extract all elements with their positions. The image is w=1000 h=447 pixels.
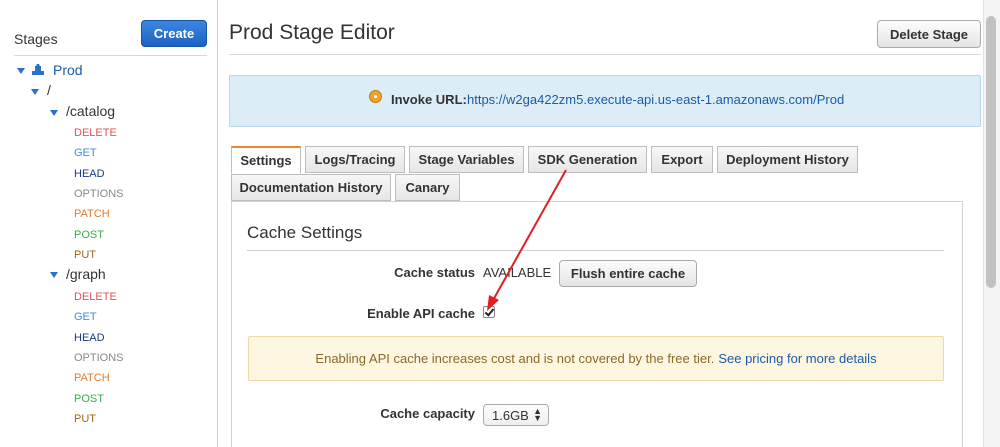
method-item[interactable]: PATCH: [74, 208, 110, 220]
method-item[interactable]: DELETE: [74, 291, 117, 303]
cost-warning-text: Enabling API cache increases cost and is…: [315, 351, 715, 366]
sidebar-divider: [14, 55, 207, 56]
method-item[interactable]: DELETE: [74, 127, 117, 139]
expand-graph-icon[interactable]: [50, 272, 58, 278]
resource-root[interactable]: /: [47, 82, 51, 98]
cache-status-label: Cache status: [394, 265, 475, 280]
cache-capacity-label: Cache capacity: [380, 406, 475, 421]
tab-stage-variables[interactable]: Stage Variables: [409, 146, 524, 173]
method-item[interactable]: HEAD: [74, 332, 105, 344]
method-item[interactable]: GET: [74, 311, 97, 323]
tab-canary[interactable]: Canary: [395, 174, 460, 201]
page-title: Prod Stage Editor: [229, 21, 395, 44]
expand-prod-icon[interactable]: [17, 68, 25, 74]
tab-settings[interactable]: Settings: [231, 146, 301, 174]
tab-sdk-generation[interactable]: SDK Generation: [528, 146, 647, 173]
method-item[interactable]: PATCH: [74, 372, 110, 384]
method-item[interactable]: GET: [74, 147, 97, 159]
method-item[interactable]: OPTIONS: [74, 352, 124, 364]
expand-root-icon[interactable]: [31, 89, 39, 95]
tab-logs-tracing[interactable]: Logs/Tracing: [305, 146, 405, 173]
cache-status-value: AVAILABLE: [483, 265, 552, 280]
title-divider: [229, 54, 981, 55]
invoke-url-label: Invoke URL:: [391, 92, 467, 107]
tab-documentation-history[interactable]: Documentation History: [231, 174, 391, 201]
stage-prod[interactable]: Prod: [53, 62, 83, 78]
cache-settings-heading: Cache Settings: [247, 223, 363, 242]
enable-cache-label: Enable API cache: [367, 306, 475, 321]
tab-deployment-history[interactable]: Deployment History: [717, 146, 858, 173]
pricing-link[interactable]: See pricing for more details: [718, 351, 876, 366]
method-item[interactable]: PUT: [74, 249, 96, 261]
delete-stage-button[interactable]: Delete Stage: [877, 20, 981, 48]
scrollbar-thumb[interactable]: [986, 16, 996, 288]
select-arrows-icon: ▲ ▼: [533, 406, 542, 423]
invoke-url-link[interactable]: https://w2ga422zm5.execute-api.us-east-1…: [467, 92, 844, 107]
method-item[interactable]: HEAD: [74, 168, 105, 180]
cache-divider: [247, 250, 944, 251]
flush-cache-button[interactable]: Flush entire cache: [559, 260, 697, 287]
stage-icon: [31, 63, 45, 80]
method-item[interactable]: POST: [74, 229, 104, 241]
tab-export[interactable]: Export: [651, 146, 713, 173]
stages-heading: Stages: [14, 31, 58, 47]
method-item[interactable]: PUT: [74, 413, 96, 425]
method-item[interactable]: POST: [74, 393, 104, 405]
expand-catalog-icon[interactable]: [50, 110, 58, 116]
cache-capacity-value: 1.6GB: [492, 407, 529, 423]
create-button[interactable]: Create: [141, 20, 207, 47]
resource-catalog[interactable]: /catalog: [66, 103, 115, 119]
enable-cache-checkbox[interactable]: [483, 306, 495, 318]
cache-capacity-select[interactable]: 1.6GB ▲ ▼: [483, 404, 549, 426]
method-item[interactable]: OPTIONS: [74, 188, 124, 200]
resource-graph[interactable]: /graph: [66, 266, 106, 282]
info-icon: [369, 90, 382, 103]
stages-sidebar: Stages Create Prod / /catalog DELETE GET…: [0, 0, 218, 447]
cost-warning: Enabling API cache increases cost and is…: [248, 336, 944, 381]
